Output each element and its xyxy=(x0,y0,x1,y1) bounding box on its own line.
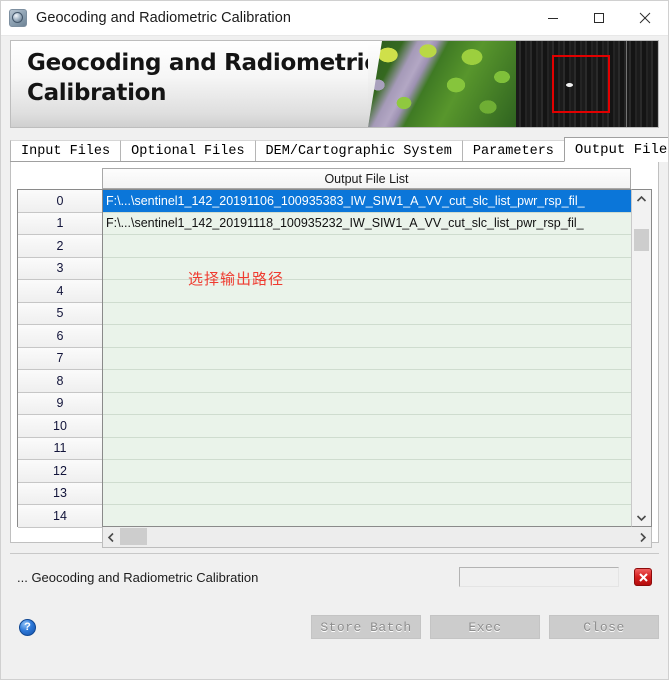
row-number[interactable]: 0 xyxy=(18,190,102,213)
row-number[interactable]: 9 xyxy=(18,392,102,415)
output-files-panel: Output File List 0 1 2 3 4 5 6 7 8 9 10 11 12 13 14 F:… xyxy=(10,162,659,548)
row-number[interactable]: 7 xyxy=(18,347,102,370)
tab-input-files[interactable]: Input Files xyxy=(10,140,122,161)
maximize-icon[interactable] xyxy=(576,1,622,35)
row-number[interactable]: 14 xyxy=(18,505,102,528)
title-bar: Geocoding and Radiometric Calibration xyxy=(1,1,668,36)
tab-dem-cartographic-system[interactable]: DEM/Cartographic System xyxy=(254,140,463,161)
table-body: 0 1 2 3 4 5 6 7 8 9 10 11 12 13 14 F:\...\sentinel1_14… xyxy=(17,189,652,528)
output-file-cell[interactable]: F:\...\sentinel1_142_20191118_100935232_… xyxy=(103,212,631,235)
output-file-table: Output File List 0 1 2 3 4 5 6 7 8 9 10 11 12 13 14 F:… xyxy=(17,168,652,548)
application-window: Geocoding and Radiometric Calibration Ge… xyxy=(0,0,669,680)
row-number[interactable]: 11 xyxy=(18,437,102,460)
row-number[interactable]: 12 xyxy=(18,460,102,483)
window-controls xyxy=(530,1,668,35)
vertical-scrollbar[interactable] xyxy=(631,189,652,527)
chevron-up-icon[interactable] xyxy=(632,190,651,208)
row-number-column: 0 1 2 3 4 5 6 7 8 9 10 11 12 13 14 xyxy=(17,189,102,528)
output-file-cell[interactable] xyxy=(103,325,631,348)
row-number[interactable]: 3 xyxy=(18,257,102,280)
output-file-cell[interactable] xyxy=(103,302,631,325)
aerial-photo-thumb xyxy=(368,41,516,127)
tab-optional-files[interactable]: Optional Files xyxy=(120,140,256,161)
chevron-left-icon[interactable] xyxy=(103,528,120,547)
footer-bar: ? Store Batch Exec Close xyxy=(10,601,659,653)
row-number[interactable]: 5 xyxy=(18,302,102,325)
row-number[interactable]: 8 xyxy=(18,370,102,393)
vertical-scrollbar-thumb[interactable] xyxy=(634,229,649,251)
banner: Geocoding and Radiometric Calibration xyxy=(10,40,659,128)
help-question-icon[interactable]: ? xyxy=(19,618,36,636)
output-file-cell[interactable] xyxy=(103,392,631,415)
column-header-output-file-list: Output File List xyxy=(102,168,631,189)
exec-button: Exec xyxy=(430,615,540,639)
row-number[interactable]: 4 xyxy=(18,280,102,303)
output-file-cell[interactable] xyxy=(103,460,631,483)
output-file-cell[interactable] xyxy=(103,370,631,393)
output-file-cell[interactable] xyxy=(103,437,631,460)
output-file-cell[interactable] xyxy=(103,280,631,303)
close-x-icon[interactable] xyxy=(634,568,652,586)
output-file-cell[interactable] xyxy=(103,415,631,438)
row-number[interactable]: 10 xyxy=(18,415,102,438)
table-header-row: Output File List xyxy=(102,168,631,189)
chevron-down-icon[interactable] xyxy=(632,508,651,526)
window-title: Geocoding and Radiometric Calibration xyxy=(36,10,291,26)
banner-container: Geocoding and Radiometric Calibration xyxy=(1,36,668,128)
horizontal-scrollbar-thumb[interactable] xyxy=(120,528,147,545)
tab-parameters[interactable]: Parameters xyxy=(461,140,565,161)
output-file-cell[interactable] xyxy=(103,347,631,370)
progress-bar xyxy=(459,567,619,587)
banner-image xyxy=(368,41,658,127)
store-batch-button: Store Batch xyxy=(311,615,421,639)
sar-stripe xyxy=(626,41,627,127)
tab-output-files[interactable]: Output Files xyxy=(563,137,668,162)
sar-image-thumb xyxy=(516,41,658,127)
dialog-button-group: Store Batch Exec Close xyxy=(311,615,659,639)
horizontal-scrollbar[interactable] xyxy=(102,527,652,548)
row-number[interactable]: 1 xyxy=(18,212,102,235)
output-file-cell[interactable] xyxy=(103,257,631,280)
row-number[interactable]: 2 xyxy=(18,235,102,258)
sar-roi-box xyxy=(552,55,610,113)
output-file-cell[interactable] xyxy=(103,505,631,526)
app-globe-icon xyxy=(9,9,27,27)
banner-title: Geocoding and Radiometric Calibration xyxy=(27,50,378,106)
close-button: Close xyxy=(549,615,659,639)
status-message: ... Geocoding and Radiometric Calibratio… xyxy=(17,570,259,585)
row-number[interactable]: 13 xyxy=(18,482,102,505)
file-cell-column: F:\...\sentinel1_142_20191106_100935383_… xyxy=(102,189,631,527)
minimize-icon[interactable] xyxy=(530,1,576,35)
row-number[interactable]: 6 xyxy=(18,325,102,348)
tab-strip: Input Files Optional Files DEM/Cartographi… xyxy=(10,137,668,162)
output-file-cell[interactable] xyxy=(103,482,631,505)
output-file-cell[interactable] xyxy=(103,235,631,258)
close-icon[interactable] xyxy=(622,1,668,35)
output-file-cell[interactable]: F:\...\sentinel1_142_20191106_100935383_… xyxy=(103,190,631,213)
status-bar: ... Geocoding and Radiometric Calibratio… xyxy=(10,553,659,601)
chevron-right-icon[interactable] xyxy=(634,528,651,547)
